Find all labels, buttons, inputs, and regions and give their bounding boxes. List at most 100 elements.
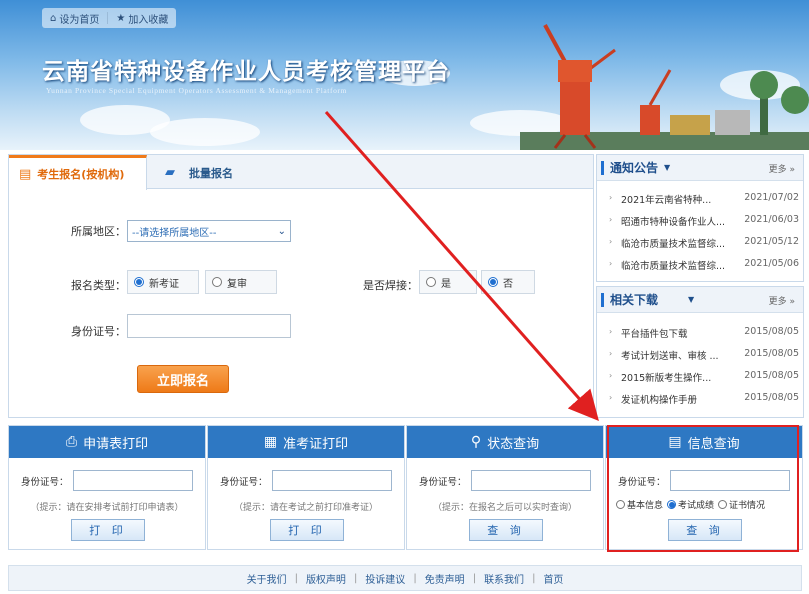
disclaimer-link[interactable]: 免责声明: [417, 571, 473, 586]
downloads-more-link[interactable]: 更多 »: [769, 294, 795, 307]
notice-title: 通知公告: [610, 161, 659, 175]
admission-ticket-panel: ▦ 准考证打印 身份证号： （提示：请在考试之前打印准考证） 打 印: [207, 425, 405, 550]
panel-title: 状态查询: [487, 436, 540, 452]
id-number-input[interactable]: [470, 470, 591, 491]
id-number-input[interactable]: [72, 470, 193, 491]
more-label: 更多: [768, 165, 787, 175]
print-button[interactable]: 打 印: [71, 519, 145, 541]
copyright-link[interactable]: 版权声明: [298, 571, 354, 586]
header-banner: ⌂ 设为首页 ★ 加入收藏 云南省特种设备作业人员考核管理平台 Yunnan P…: [0, 0, 809, 150]
complaint-link[interactable]: 投诉建议: [357, 571, 413, 586]
notice-item-date: 2021/06/03: [744, 214, 799, 225]
region-select-value: --请选择所属地区--: [132, 227, 217, 239]
radio-unchecked-icon: [426, 277, 436, 287]
type-new-radio[interactable]: 新考证: [127, 270, 199, 294]
id-number-input[interactable]: [127, 314, 291, 338]
chevron-down-icon: ▼: [688, 295, 695, 304]
notice-item-title[interactable]: 昭通市特种设备作业人...: [621, 214, 725, 228]
list-item[interactable]: › 2015新版考生操作... 2015/08/05: [597, 365, 803, 387]
list-item[interactable]: › 昭通市特种设备作业人... 2021/06/03: [597, 209, 803, 231]
query-button[interactable]: 查 询: [469, 519, 543, 541]
set-homepage-label: 设为首页: [59, 14, 100, 26]
id-number-label: 身份证号：: [71, 325, 126, 338]
star-icon: ★: [116, 12, 126, 24]
registration-type-label: 报名类型：: [71, 279, 126, 292]
home-link[interactable]: 首页: [535, 571, 571, 586]
chevron-down-icon: ⌄: [277, 225, 286, 237]
printer-icon: ⎙: [65, 434, 78, 450]
contact-link[interactable]: 联系我们: [476, 571, 532, 586]
registration-panel: ▤ 考生报名(按机构) ▰ 批量报名 所属地区： --请选择所属地区-- ⌄ 报…: [8, 154, 594, 418]
list-item[interactable]: › 平台插件包下载 2015/08/05: [597, 321, 803, 343]
id-label: 身份证号：: [21, 476, 69, 488]
panel-title: 准考证打印: [283, 436, 349, 452]
panel-header: ⎙ 申请表打印: [9, 426, 205, 458]
weld-no-label: 否: [503, 278, 513, 290]
downloads-panel: 相关下载 ▼ 更多 » › 平台插件包下载 2015/08/05 › 考试计划送审、审…: [596, 286, 804, 418]
notice-item-title[interactable]: 2021年云南省特种...: [621, 192, 711, 206]
weld-label: 是否焊接：: [363, 279, 418, 292]
registration-tabs: ▤ 考生报名(按机构) ▰ 批量报名: [9, 155, 593, 190]
list-item[interactable]: › 2021年云南省特种... 2021/07/02: [597, 187, 803, 209]
tab-batch-registration[interactable]: ▰ 批量报名: [155, 155, 295, 190]
double-chevron-right-icon: »: [789, 297, 795, 307]
download-item-title[interactable]: 平台插件包下载: [621, 326, 688, 340]
site-subtitle: Yunnan Province Special Equipment Operat…: [46, 86, 347, 95]
add-favorite-link[interactable]: ★ 加入收藏: [108, 8, 176, 28]
notice-item-date: 2021/05/06: [744, 258, 799, 269]
weld-yes-radio[interactable]: 是: [419, 270, 477, 294]
download-item-date: 2015/08/05: [744, 392, 799, 403]
search-icon: ⚲: [470, 434, 482, 450]
set-homepage-link[interactable]: ⌂ 设为首页: [42, 8, 107, 28]
notice-list: › 2021年云南省特种... 2021/07/02 › 昭通市特种设备作业人... 2…: [597, 181, 803, 275]
chevron-right-icon: ›: [609, 193, 613, 202]
register-now-button[interactable]: 立即报名: [137, 365, 229, 393]
id-number-input[interactable]: [271, 470, 392, 491]
annotation-highlight-box: [607, 425, 799, 552]
notice-item-date: 2021/05/12: [744, 236, 799, 247]
folder-icon: ▰: [165, 165, 175, 180]
notice-item-title[interactable]: 临沧市质量技术监督综...: [621, 236, 725, 250]
id-label: 身份证号：: [220, 476, 268, 488]
notice-panel: 通知公告 ▼ 更多 » › 2021年云南省特种... 2021/07/02 › 昭通…: [596, 154, 804, 282]
tab-individual-registration[interactable]: ▤ 考生报名(按机构): [9, 155, 147, 190]
list-item[interactable]: › 发证机构操作手册 2015/08/05: [597, 387, 803, 409]
list-item[interactable]: › 考试计划送审、审核 ... 2015/08/05: [597, 343, 803, 365]
print-button[interactable]: 打 印: [270, 519, 344, 541]
tab-label: 考生报名(按机构): [37, 168, 125, 181]
panel-header: ▦ 准考证打印: [208, 426, 404, 458]
list-item[interactable]: › 临沧市质量技术监督综... 2021/05/12: [597, 231, 803, 253]
download-item-title[interactable]: 2015新版考生操作...: [621, 370, 711, 384]
document-icon: ▤: [19, 166, 32, 182]
application-print-panel: ⎙ 申请表打印 身份证号： （提示：请在安排考试前打印申请表） 打 印: [8, 425, 206, 550]
crane-illustration: [520, 24, 809, 150]
list-item[interactable]: › 临沧市质量技术监督综... 2021/05/06: [597, 253, 803, 275]
id-row: 身份证号：: [21, 470, 193, 491]
status-query-panel: ⚲ 状态查询 身份证号： （提示：在报名之后可以实时查询） 查 询: [406, 425, 604, 550]
type-review-radio[interactable]: 复审: [205, 270, 277, 294]
notice-header: 通知公告 ▼ 更多 »: [597, 155, 803, 181]
hint-text: （提示：在报名之后可以实时查询）: [432, 503, 577, 513]
footer-links: 关于我们 | 版权声明 | 投诉建议 | 免责声明 | 联系我们 | 首页: [8, 565, 802, 591]
cloud-decoration: [150, 118, 260, 146]
notice-more-link[interactable]: 更多 »: [769, 162, 795, 175]
chevron-down-icon: ▼: [664, 163, 671, 172]
notice-item-title[interactable]: 临沧市质量技术监督综...: [621, 258, 725, 272]
radio-checked-icon: [134, 277, 144, 287]
downloads-title: 相关下载: [610, 293, 659, 307]
header-accent-bar: [601, 160, 604, 175]
id-row: 身份证号：: [419, 470, 591, 491]
panel-title: 申请表打印: [83, 436, 149, 452]
weld-no-radio[interactable]: 否: [481, 270, 535, 294]
panel-header: ⚲ 状态查询: [407, 426, 603, 458]
chevron-right-icon: ›: [609, 215, 613, 224]
download-item-title[interactable]: 考试计划送审、审核 ...: [621, 348, 719, 362]
hint-text: （提示：请在安排考试前打印申请表）: [30, 503, 184, 513]
chevron-right-icon: ›: [609, 349, 613, 358]
type-new-label: 新考证: [149, 278, 179, 290]
region-select[interactable]: --请选择所属地区-- ⌄: [127, 220, 291, 242]
region-label: 所属地区：: [71, 225, 126, 238]
about-link[interactable]: 关于我们: [239, 571, 295, 586]
downloads-header: 相关下载 ▼ 更多 »: [597, 287, 803, 313]
download-item-title[interactable]: 发证机构操作手册: [621, 392, 697, 406]
